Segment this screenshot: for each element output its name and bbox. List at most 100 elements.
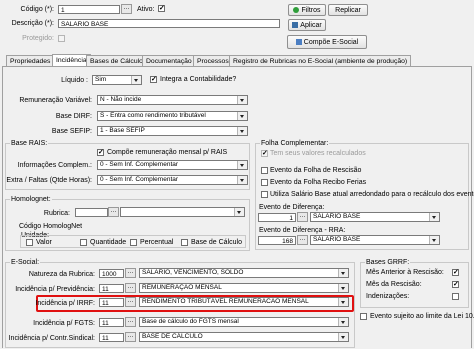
- remuneracao-label: Remuneração Variável:: [19, 97, 92, 104]
- unidade-quantidade-checkbox[interactable]: [80, 239, 87, 246]
- unidade-percentual-label: Percentual: [140, 239, 174, 246]
- evento-diferenca-lookup[interactable]: …: [297, 212, 308, 222]
- info-complem-select[interactable]: 0 - Sem Inf. Complementar: [97, 160, 248, 170]
- mes-anterior-checkbox[interactable]: [452, 268, 459, 276]
- chevron-down-icon: [429, 213, 439, 221]
- unidade-valor-label: Valor: [36, 239, 52, 246]
- unidade-quantidade-label: Quantidade: [90, 239, 127, 246]
- evento-rra-lookup[interactable]: …: [297, 235, 308, 245]
- chevron-down-icon: [338, 318, 348, 326]
- incidencia-irrf-lookup[interactable]: …: [125, 297, 136, 307]
- incidencia-irrf-label: Incidência p/ IRRF:: [35, 300, 95, 307]
- evento-lei-checkbox[interactable]: [360, 313, 367, 320]
- aplicar-button[interactable]: Aplicar: [288, 19, 326, 31]
- chevron-down-icon: [237, 112, 247, 120]
- unidade-base-calculo-label: Base de Cálculo: [191, 239, 242, 246]
- codigo-lookup-button[interactable]: …: [121, 4, 132, 14]
- folha-rescisao-checkbox[interactable]: [261, 167, 268, 174]
- incidencia-previdencia-lookup[interactable]: …: [125, 283, 136, 293]
- folha-ferias-label: Evento da Folha Recibo Ferias: [270, 179, 367, 186]
- evento-diferenca-select[interactable]: SALARIO BASE: [310, 212, 440, 222]
- evento-diferenca-code[interactable]: 1: [258, 213, 296, 222]
- incidencia-fgts-select[interactable]: Base de cálculo do FGTS mensal: [139, 317, 349, 327]
- tab-propriedades[interactable]: Propriedades: [6, 55, 55, 66]
- incidencia-previdencia-select[interactable]: REMUNERAÇÃO MENSAL: [139, 283, 349, 293]
- replicar-button[interactable]: Replicar: [328, 4, 368, 16]
- evento-rra-code[interactable]: 168: [258, 236, 296, 245]
- apply-icon: [292, 22, 299, 28]
- incidencia-sindical-lookup[interactable]: …: [125, 332, 136, 342]
- tab-bases-de-calculo[interactable]: Bases de Cálculo: [86, 55, 147, 66]
- chevron-down-icon: [131, 76, 141, 84]
- unidade-base-calculo-checkbox[interactable]: [181, 239, 188, 246]
- evento-diferenca-label: Evento de Diferença:: [259, 204, 325, 211]
- incidencia-fgts-label: Incidência p/ FGTS:: [33, 320, 95, 327]
- natureza-rubrica-code[interactable]: 1000: [99, 269, 124, 278]
- evento-lei-label: Evento sujeito ao limite da Lei 10.820/: [370, 313, 474, 320]
- tab-processos[interactable]: Processos: [193, 55, 233, 66]
- incidencia-sindical-code[interactable]: 11: [99, 333, 124, 342]
- tab-registro-esocial[interactable]: Registro de Rubricas no E-Social (ambien…: [229, 55, 412, 66]
- mes-anterior-label: Mês Anterior à Rescisão:: [366, 269, 444, 276]
- info-complem-label: Informações Complem.:: [17, 162, 92, 169]
- incidencia-sindical-label: Incidência p/ Contr.Sindical:: [8, 335, 95, 342]
- folha-rescisao-label: Evento da Folha de Rescisão: [270, 167, 362, 174]
- mes-rescisao-checkbox[interactable]: [452, 280, 459, 288]
- integra-contabilidade-checkbox[interactable]: [150, 75, 157, 83]
- incidencia-fgts-lookup[interactable]: …: [125, 317, 136, 327]
- liquido-select[interactable]: Sim: [92, 75, 142, 85]
- chevron-down-icon: [234, 208, 244, 216]
- evento-rra-label: Evento de Diferença - RRA:: [259, 227, 346, 234]
- chevron-down-icon: [237, 176, 247, 184]
- remuneracao-select[interactable]: N - Não incide: [97, 95, 248, 105]
- rubrica-lookup[interactable]: …: [108, 207, 119, 217]
- tab-documentacao[interactable]: Documentação: [142, 55, 196, 66]
- unidade-valor-checkbox[interactable]: [26, 239, 33, 246]
- codigo-input[interactable]: 1: [58, 5, 120, 14]
- base-sefip-select[interactable]: 1 - Base SEFIP: [97, 126, 248, 136]
- protegido-checkbox[interactable]: [58, 35, 65, 42]
- incidencia-irrf-code[interactable]: 11: [99, 298, 124, 307]
- integra-contabilidade-label: Integra a Contabilidade?: [160, 76, 237, 83]
- salario-base-atual-label: Utiliza Salário Base atual arredondado p…: [270, 191, 474, 198]
- descricao-input[interactable]: SALARIO BASE: [58, 19, 280, 28]
- salario-base-atual-checkbox[interactable]: [261, 191, 268, 198]
- chevron-down-icon: [338, 333, 348, 341]
- compoe-esocial-button[interactable]: Compõe E-Social: [287, 35, 367, 49]
- folha-complementar-title: Folha Complementar:: [260, 139, 330, 148]
- natureza-rubrica-lookup[interactable]: …: [125, 268, 136, 278]
- filtros-button[interactable]: Filtros: [288, 4, 326, 16]
- chevron-down-icon: [338, 298, 348, 306]
- unidade-percentual-checkbox[interactable]: [130, 239, 137, 246]
- codigo-label: Código (*):: [20, 6, 54, 13]
- recalculados-checkbox[interactable]: [261, 149, 268, 157]
- base-dirf-select[interactable]: S - Entra como rendimento tributável: [97, 111, 248, 121]
- compoe-rais-checkbox[interactable]: [97, 148, 104, 156]
- rubrica-select[interactable]: [120, 207, 245, 217]
- esocial-title: E-Social:: [10, 258, 41, 267]
- rubrica-code[interactable]: [75, 208, 108, 217]
- base-rais-title: Base RAIS:: [10, 139, 49, 148]
- evento-rra-select[interactable]: SALARIO BASE: [310, 235, 440, 245]
- incidencia-fgts-code[interactable]: 11: [99, 318, 124, 327]
- natureza-rubrica-label: Natureza da Rubrica:: [28, 271, 95, 278]
- liquido-label: Líquido :: [61, 77, 88, 84]
- natureza-rubrica-select[interactable]: SALARIO, VENCIMENTO, SOLDO: [139, 268, 349, 278]
- protegido-label: Protegido:: [22, 35, 54, 42]
- incidencia-previdencia-label: Incidência p/ Previdência:: [15, 286, 95, 293]
- chevron-down-icon: [237, 96, 247, 104]
- extra-faltas-select[interactable]: 0 - Sem Inf. Complementar: [97, 175, 248, 185]
- compoe-rais-label: Compõe remuneração mensal p/ RAIS: [107, 149, 228, 156]
- mes-rescisao-label: Mês da Rescisão:: [366, 281, 422, 288]
- bases-grrf-title: Bases GRRF:: [365, 258, 411, 267]
- filter-icon: [293, 7, 300, 13]
- rubrica-label: Rubrica:: [43, 210, 70, 217]
- indenizacoes-checkbox[interactable]: [452, 293, 459, 300]
- folha-ferias-checkbox[interactable]: [261, 179, 268, 186]
- incidencia-previdencia-code[interactable]: 11: [99, 284, 124, 293]
- ativo-checkbox[interactable]: [158, 4, 165, 12]
- base-sefip-label: Base SEFIP:: [51, 128, 92, 135]
- incidencia-sindical-select[interactable]: BASE DE CÁLCULO: [139, 332, 349, 342]
- incidencia-irrf-select[interactable]: RENDIMENTO TRIBUTÁVEL REMUNERACAO MENSAL: [139, 297, 349, 307]
- homolognet-title: Homolognet:: [10, 195, 52, 204]
